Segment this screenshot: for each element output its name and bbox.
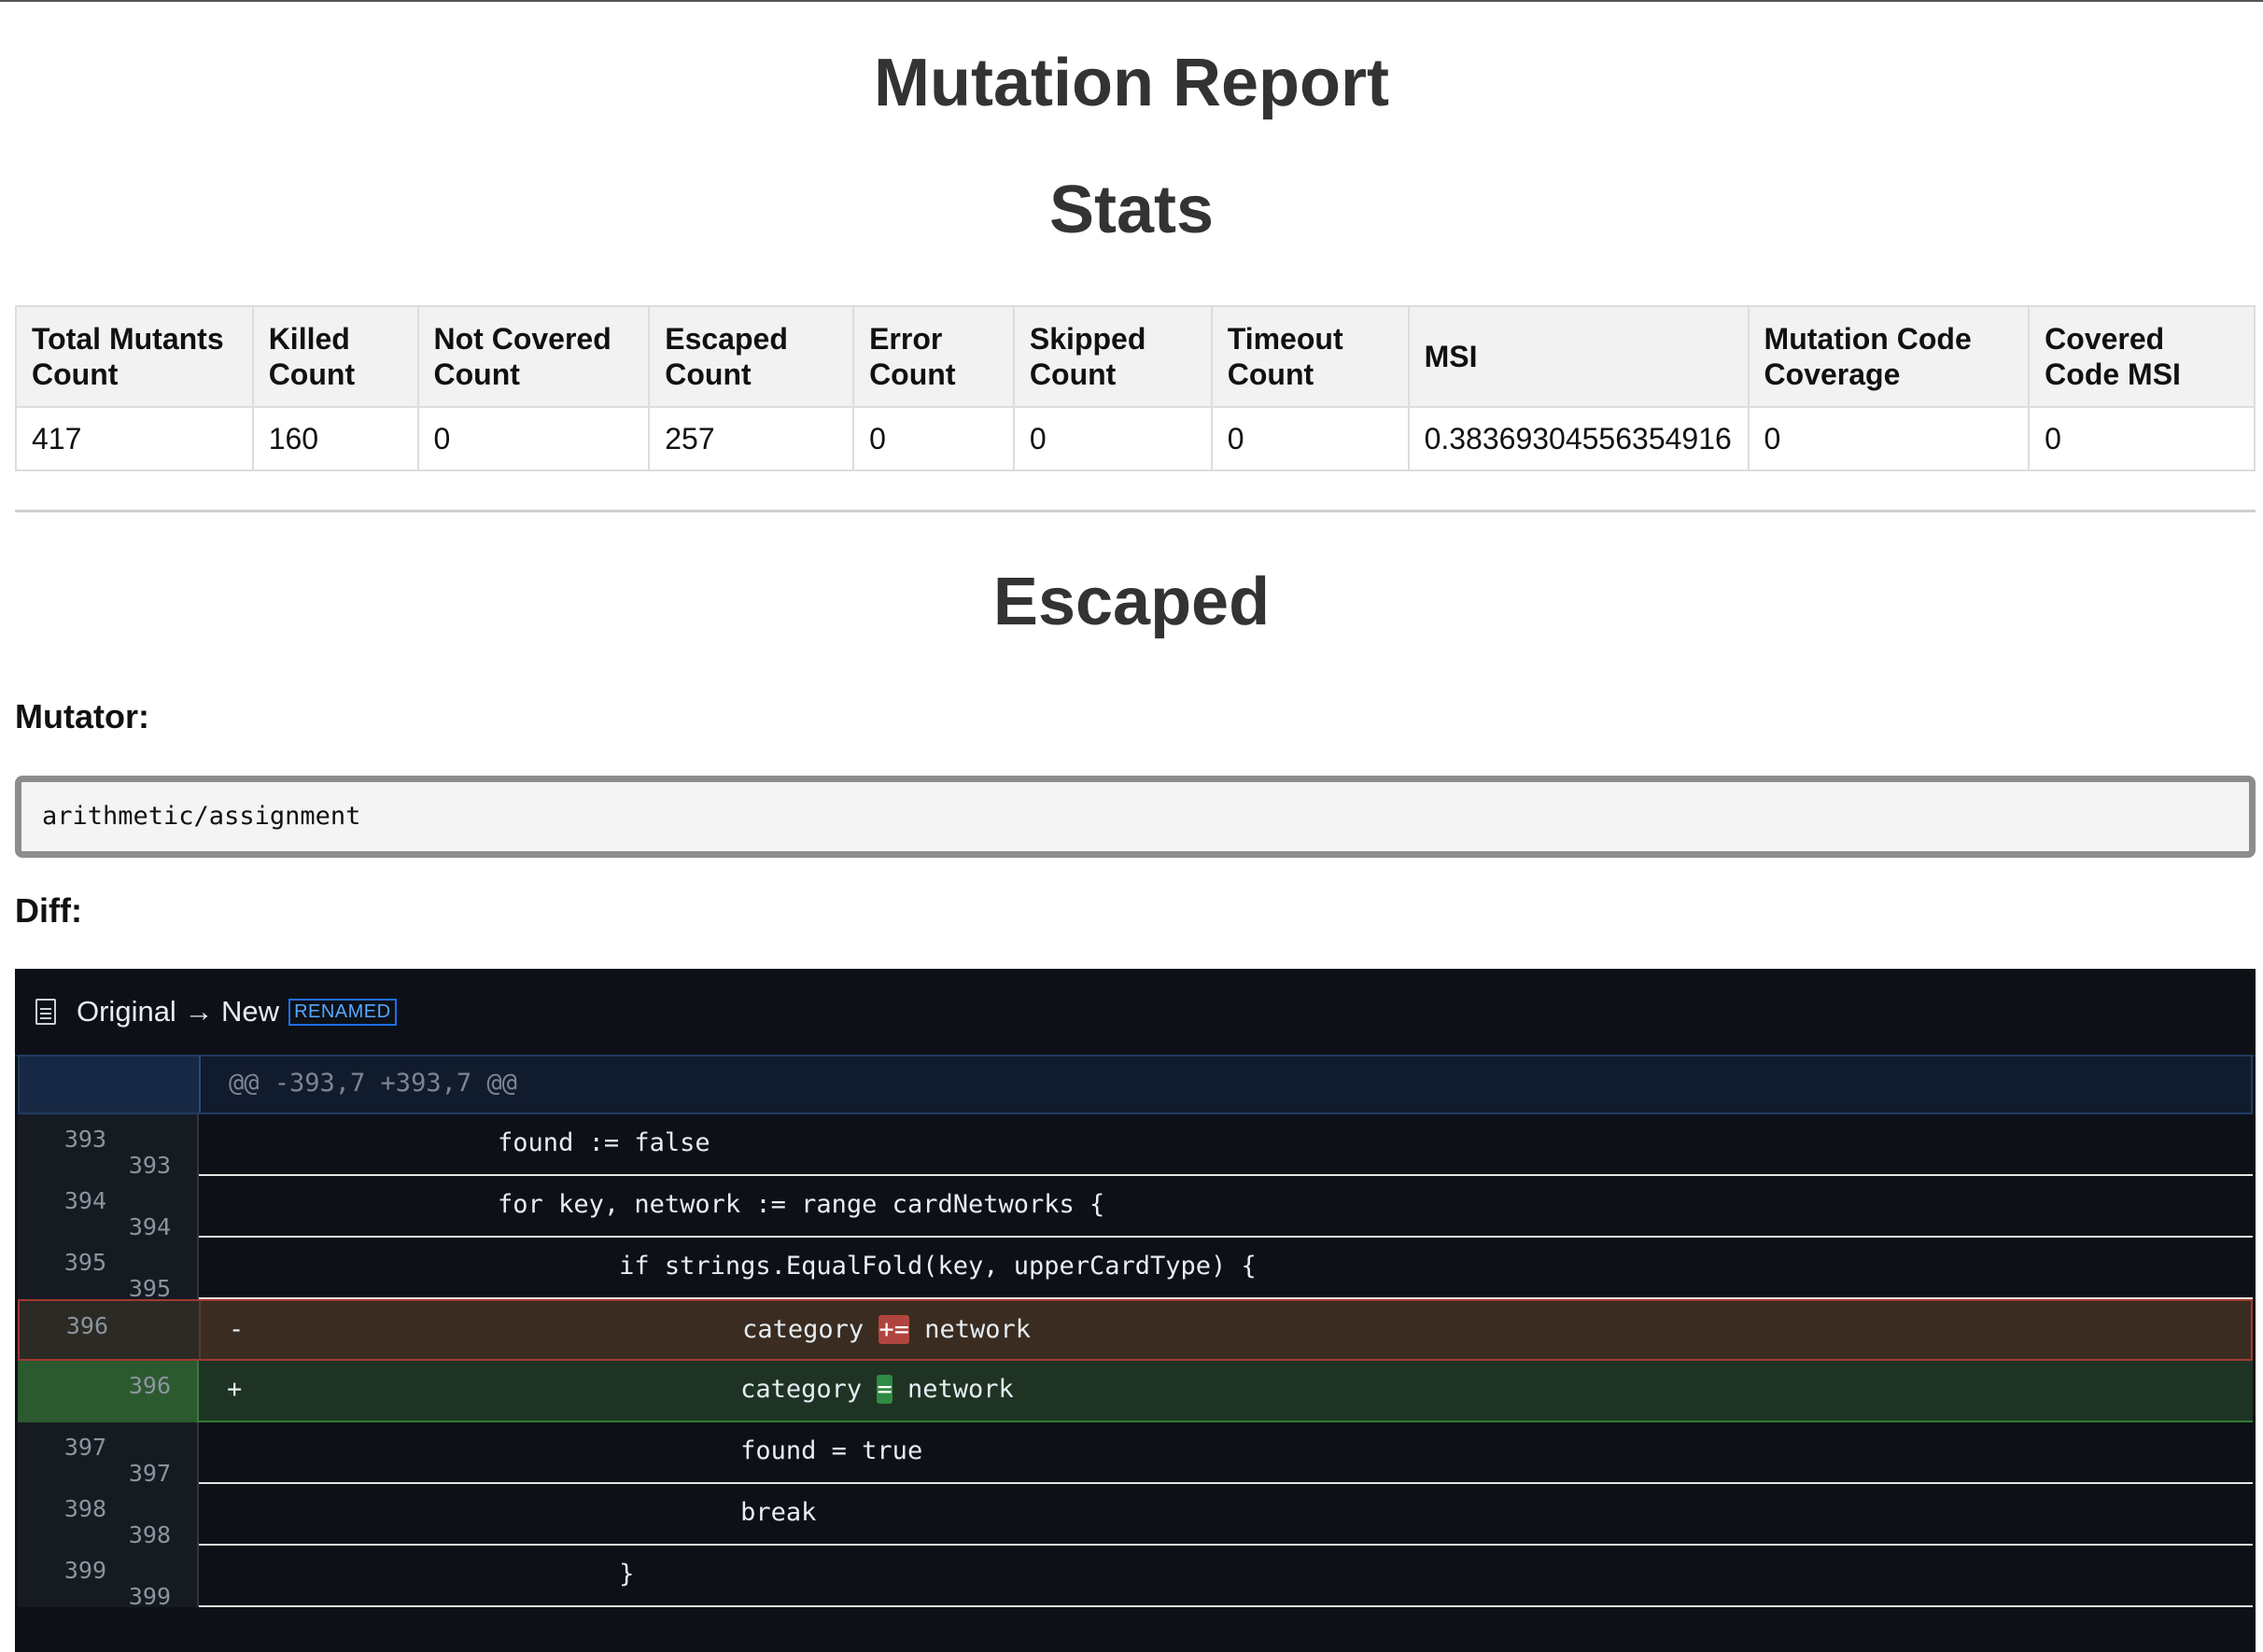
new-line-number: 396 — [128, 1372, 171, 1399]
value-timeout: 0 — [1210, 406, 1410, 471]
hunk-header-row: @@ -393,7 +393,7 @@ — [18, 1055, 2253, 1114]
code-line: } — [199, 1546, 2253, 1607]
old-line-number: 396 — [65, 1312, 108, 1339]
old-line-number: 394 — [63, 1187, 106, 1214]
diff-table: @@ -393,7 +393,7 @@ 393 393 found := fal… — [18, 1055, 2253, 1610]
code-line: + category = network — [199, 1361, 2253, 1422]
stats-header-row: Total Mutants Count Killed Count Not Cov… — [15, 305, 2256, 408]
code-text-after: network — [908, 1315, 1031, 1344]
line-number-gutter: 396 — [20, 1301, 201, 1359]
value-killed: 160 — [251, 406, 419, 471]
value-covered-code-msi: 0 — [2028, 406, 2256, 471]
line-number-gutter: 397 397 — [18, 1422, 199, 1487]
mutator-label: Mutator: — [15, 697, 149, 735]
header-error: Error Count — [852, 305, 1015, 408]
line-number-gutter: 399 399 — [18, 1546, 199, 1610]
value-error: 0 — [852, 406, 1015, 471]
new-line-number: 393 — [128, 1152, 171, 1179]
code-text: category = network — [376, 1361, 1014, 1419]
code-line: - category += network — [201, 1301, 2251, 1359]
added-token: = — [877, 1375, 893, 1404]
new-line-number: 395 — [128, 1275, 171, 1302]
code-line: found = true — [199, 1422, 2253, 1484]
new-line-number: 399 — [128, 1583, 171, 1610]
value-skipped: 0 — [1012, 406, 1213, 471]
line-number-gutter: 393 393 — [18, 1114, 199, 1179]
deleted-line-row: 396 - category += network — [18, 1299, 2253, 1361]
page-title: Mutation Report — [874, 46, 1389, 120]
code-line: for key, network := range cardNetworks { — [199, 1176, 2253, 1238]
code-text: found := false — [376, 1128, 710, 1157]
code-text-before: category — [378, 1315, 879, 1344]
diff-viewer[interactable]: Original → New RENAMED @@ -393,7 +393,7 … — [15, 969, 2256, 1652]
file-icon — [35, 999, 56, 1025]
header-skipped: Skipped Count — [1012, 305, 1213, 408]
hunk-header: @@ -393,7 +393,7 @@ — [201, 1057, 2251, 1113]
mutator-value-box[interactable]: arithmetic/assignment — [15, 776, 2256, 858]
old-line-number: 398 — [63, 1495, 106, 1522]
diff-label: Diff: — [15, 891, 82, 930]
header-mutation-code-coverage: Mutation Code Coverage — [1747, 305, 2031, 408]
header-killed: Killed Count — [251, 305, 419, 408]
header-total-mutants: Total Mutants Count — [15, 305, 254, 408]
mutation-report-page: Mutation Report Stats Total Mutants Coun… — [0, 0, 2263, 1652]
code-text: found = true — [376, 1436, 923, 1465]
diff-line-row: 393 393 found := false — [18, 1114, 2253, 1179]
code-text-before: category — [376, 1375, 878, 1404]
header-timeout: Timeout Count — [1210, 305, 1410, 408]
new-line-number: 394 — [128, 1213, 171, 1240]
code-text: category += network — [378, 1301, 1031, 1359]
hunk-header-text: @@ -393,7 +393,7 @@ — [229, 1069, 517, 1098]
code-text: for key, network := range cardNetworks { — [376, 1190, 1105, 1219]
stats-value-row: 417 160 0 257 0 0 0 0.38369304556354916 … — [15, 406, 2256, 471]
line-number-gutter: 394 394 — [18, 1176, 199, 1240]
new-line-number: 397 — [128, 1460, 171, 1487]
escaped-heading: Escaped — [992, 565, 1271, 639]
diff-line-row: 399 399 } — [18, 1546, 2253, 1610]
line-number-gutter: 398 398 — [18, 1484, 199, 1548]
diff-line-row: 398 398 break — [18, 1484, 2253, 1548]
deleted-token: += — [878, 1315, 909, 1344]
header-not-covered: Not Covered Count — [416, 305, 651, 408]
code-text: break — [376, 1498, 817, 1527]
value-mutation-code-coverage: 0 — [1747, 406, 2031, 471]
old-line-number: 397 — [63, 1434, 106, 1461]
diff-line-row: 397 397 found = true — [18, 1422, 2253, 1487]
diff-line-row: 395 395 if strings.EqualFold(key, upperC… — [18, 1238, 2253, 1302]
new-line-number: 398 — [128, 1521, 171, 1548]
added-line-row: 396 + category = network — [18, 1361, 2253, 1422]
header-msi: MSI — [1407, 305, 1750, 408]
old-line-number: 395 — [63, 1249, 106, 1276]
line-number-gutter: 395 395 — [18, 1238, 199, 1302]
value-escaped: 257 — [648, 406, 855, 471]
code-line: break — [199, 1484, 2253, 1546]
diff-file-title: Original → New — [77, 995, 280, 1028]
code-line: if strings.EqualFold(key, upperCardType)… — [199, 1238, 2253, 1299]
code-text: } — [376, 1560, 635, 1589]
code-line: found := false — [199, 1114, 2253, 1176]
old-line-number: 399 — [63, 1557, 106, 1584]
renamed-badge: RENAMED — [288, 998, 397, 1026]
stats-table: Total Mutants Count Killed Count Not Cov… — [15, 305, 2256, 471]
header-escaped: Escaped Count — [648, 305, 855, 408]
value-not-covered: 0 — [416, 406, 651, 471]
line-number-gutter: 396 — [18, 1361, 199, 1422]
header-covered-code-msi: Covered Code MSI — [2028, 305, 2256, 408]
addition-marker: + — [227, 1375, 243, 1404]
stats-heading: Stats — [1048, 173, 1215, 247]
hunk-gutter — [20, 1057, 201, 1113]
code-text: if strings.EqualFold(key, upperCardType)… — [376, 1252, 1257, 1281]
diff-line-row: 394 394 for key, network := range cardNe… — [18, 1176, 2253, 1240]
diff-file-header[interactable]: Original → New RENAMED — [15, 969, 2256, 1057]
deletion-marker: - — [229, 1315, 245, 1344]
value-msi: 0.38369304556354916 — [1407, 406, 1750, 471]
section-divider — [15, 510, 2256, 512]
value-total-mutants: 417 — [15, 406, 254, 471]
old-line-number: 393 — [63, 1126, 106, 1153]
code-text-after: network — [892, 1375, 1014, 1404]
